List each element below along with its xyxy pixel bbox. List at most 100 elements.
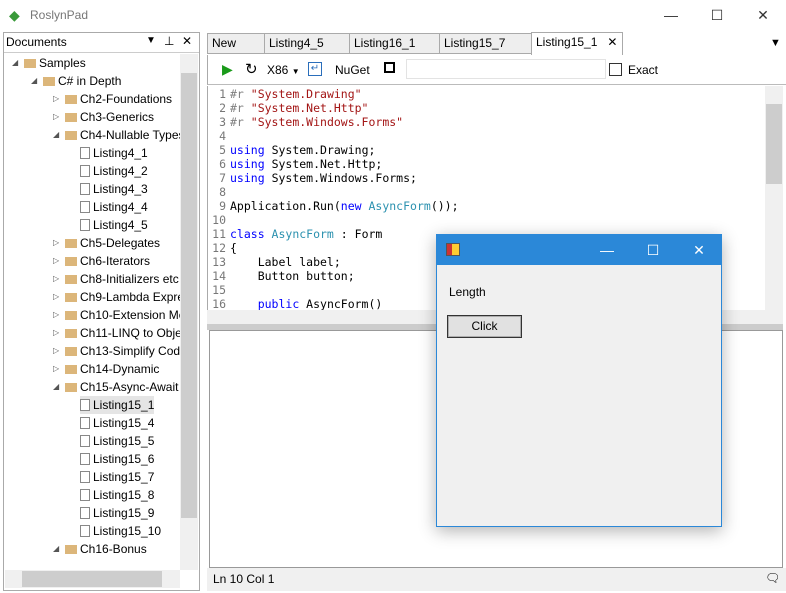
collapsed-icon[interactable]: ▷ (53, 90, 63, 108)
tab-label: Listing4_5 (269, 36, 324, 50)
tree-item-label: Listing15_5 (93, 434, 155, 448)
exact-checkbox[interactable] (609, 63, 622, 76)
close-panel-icon[interactable]: ✕ (182, 34, 192, 48)
folder-icon (24, 59, 36, 68)
minimize-button[interactable]: — (648, 0, 694, 30)
expanded-icon[interactable]: ◢ (12, 54, 22, 72)
tree-item[interactable]: ◢ Ch15-Async-Await (53, 378, 178, 396)
pin-icon[interactable]: ⊥ (164, 34, 174, 48)
tree-item[interactable]: Listing15_7 (80, 468, 154, 486)
tree-item[interactable]: ▷ Ch3-Generics (53, 108, 154, 126)
code-token: "System.Drawing" (250, 87, 362, 101)
collapsed-icon[interactable]: ▷ (53, 306, 63, 324)
dialog-minimize-button[interactable]: — (584, 235, 630, 265)
collapsed-icon[interactable]: ▷ (53, 324, 63, 342)
documents-title: Documents (6, 35, 67, 49)
collapsed-icon[interactable]: ▷ (53, 342, 63, 360)
line-number: 4 (219, 129, 226, 143)
folder-icon (65, 545, 77, 554)
collapsed-icon[interactable]: ▷ (53, 288, 63, 306)
line-number: 9 (219, 199, 226, 213)
line-number: 3 (219, 115, 226, 129)
expanded-icon[interactable]: ◢ (53, 378, 63, 396)
feedback-icon[interactable]: 🗨 (765, 571, 780, 585)
tab-new[interactable]: New (207, 33, 265, 54)
expanded-icon[interactable]: ◢ (53, 540, 63, 558)
tree-item[interactable]: ◢ Ch16-Bonus (53, 540, 147, 558)
tree-item[interactable]: ◢ Samples (12, 54, 86, 72)
tree-item[interactable]: Listing15_4 (80, 414, 154, 432)
tree-item[interactable]: Listing4_5 (80, 216, 148, 234)
tree-item[interactable]: ▷ Ch10-Extension Me (53, 306, 185, 324)
tree-item[interactable]: ▷ Ch11-LINQ to Obje (53, 324, 182, 342)
tree-item[interactable]: ◢ Ch4-Nullable Types (53, 126, 185, 144)
tree-item-label: Samples (39, 56, 86, 70)
tree-scroll-thumb[interactable] (181, 73, 197, 518)
tree-item[interactable]: Listing4_1 (80, 144, 148, 162)
code-token: class (230, 227, 265, 241)
tree-item[interactable]: ▷ Ch13-Simplify Code (53, 342, 187, 360)
dropdown-icon[interactable]: ▼ (146, 35, 156, 46)
tab-listing15-1[interactable]: Listing15_1 ✕ (531, 32, 623, 55)
line-number: 8 (219, 185, 226, 199)
editor-vertical-scrollbar[interactable] (765, 86, 783, 310)
close-button[interactable]: ✕ (740, 0, 786, 30)
tree-item[interactable]: Listing15_8 (80, 486, 154, 504)
format-icon[interactable]: ↵ (308, 62, 322, 76)
run-icon[interactable]: ▶ (222, 61, 233, 78)
tree-item[interactable]: Listing15_9 (80, 504, 154, 522)
tree-item[interactable]: ▷ Ch9-Lambda Expre (53, 288, 184, 306)
line-number: 14 (212, 269, 226, 283)
collapsed-icon[interactable]: ▷ (53, 360, 63, 378)
tree-item[interactable]: ▷ Ch14-Dynamic (53, 360, 159, 378)
dialog-close-button[interactable]: ✕ (676, 235, 722, 265)
code-token: System.Windows.Forms; (271, 171, 417, 185)
restart-icon[interactable]: ↻ (245, 60, 258, 78)
tree-item[interactable]: ▷ Ch8-Initializers etc (53, 270, 179, 288)
collapsed-icon[interactable]: ▷ (53, 252, 63, 270)
tree-hscroll-thumb[interactable] (22, 571, 162, 587)
tree-item[interactable]: Listing15_5 (80, 432, 154, 450)
code-token: AsyncForm (361, 199, 431, 213)
tree-item[interactable]: Listing15_1 (80, 396, 155, 414)
collapsed-icon[interactable]: ▷ (53, 234, 63, 252)
tree-item[interactable]: Listing4_4 (80, 198, 148, 216)
close-tab-icon[interactable]: ✕ (607, 35, 617, 49)
terminal-icon[interactable] (384, 62, 395, 73)
tree-item[interactable]: Listing4_3 (80, 180, 148, 198)
folder-icon (65, 383, 77, 392)
code-line: using System.Drawing; (230, 143, 375, 157)
tab-listing4-5[interactable]: Listing4_5 (264, 33, 350, 54)
tree-item[interactable]: ◢ C# in Depth (31, 72, 121, 90)
tree-item[interactable]: Listing15_6 (80, 450, 154, 468)
expanded-icon[interactable]: ◢ (53, 126, 63, 144)
tree-item[interactable]: ▷ Ch5-Delegates (53, 234, 160, 252)
dialog-maximize-button[interactable]: ☐ (630, 235, 676, 265)
file-icon (80, 219, 90, 231)
title-bar: ◆ RoslynPad — ☐ ✕ (0, 0, 786, 31)
tree-item[interactable]: Listing15_10 (80, 522, 161, 540)
click-button[interactable]: Click (447, 315, 522, 338)
tab-listing16-1[interactable]: Listing16_1 (349, 33, 440, 54)
code-token: #r (230, 101, 251, 115)
maximize-button[interactable]: ☐ (694, 0, 740, 30)
code-line: #r "System.Drawing" (230, 87, 362, 101)
search-input[interactable] (406, 59, 606, 79)
collapsed-icon[interactable]: ▷ (53, 108, 63, 126)
code-token: ()); (430, 199, 459, 213)
tab-label: New (212, 36, 237, 50)
tab-list-icon[interactable]: ▼ (770, 37, 781, 49)
tree-item-label: Listing4_4 (93, 200, 148, 214)
platform-dropdown[interactable]: X86 ▼ (267, 63, 300, 77)
tree-item[interactable]: Listing4_2 (80, 162, 148, 180)
toolbar: ▶ ↻ X86 ▼ ↵ NuGet Exact (207, 55, 786, 85)
app-title: RoslynPad (30, 8, 89, 22)
status-bar: Ln 10 Col 1 🗨 (207, 568, 786, 591)
tab-listing15-7[interactable]: Listing15_7 (439, 33, 532, 54)
collapsed-icon[interactable]: ▷ (53, 270, 63, 288)
nuget-button[interactable]: NuGet (335, 63, 370, 77)
line-number: 16 (212, 297, 226, 310)
expanded-icon[interactable]: ◢ (31, 72, 41, 90)
tree-item[interactable]: ▷ Ch2-Foundations (53, 90, 172, 108)
tree-item[interactable]: ▷ Ch6-Iterators (53, 252, 150, 270)
